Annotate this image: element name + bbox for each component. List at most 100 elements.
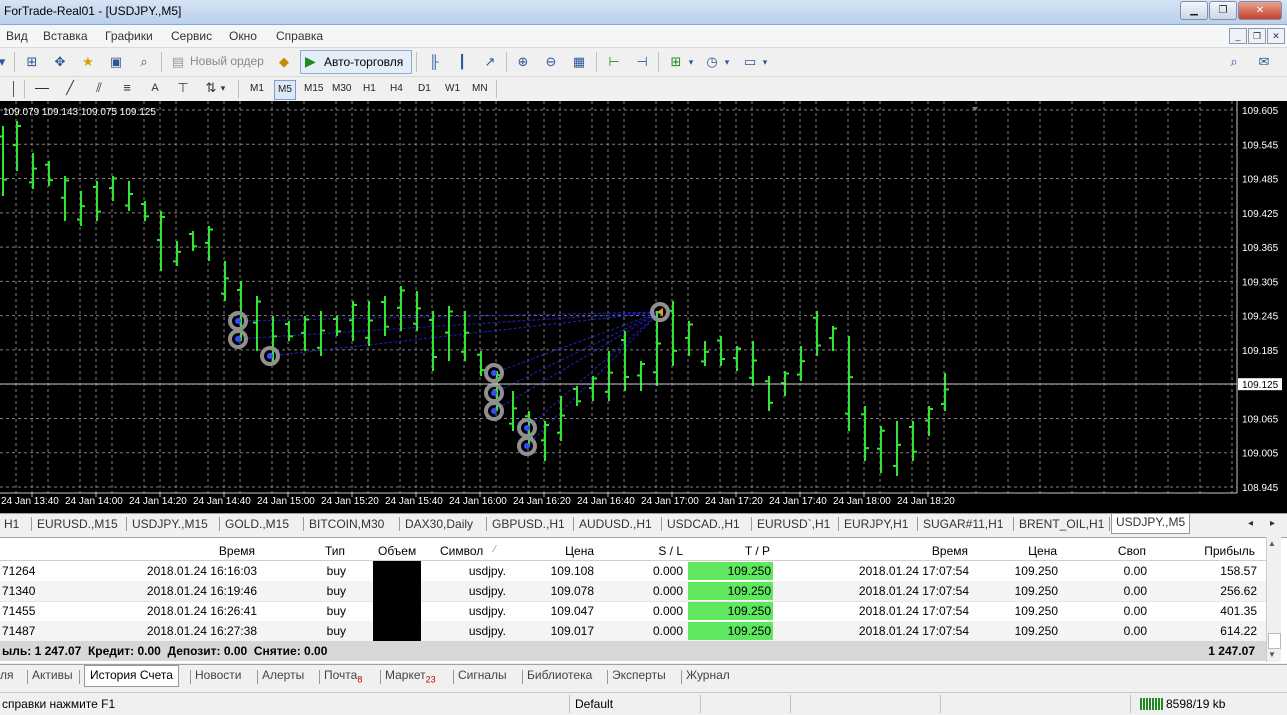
timeframe-m30[interactable]: M30 [329,80,354,98]
chart-tab[interactable]: H1 [0,516,23,532]
menu-insert[interactable]: Вставка [43,29,88,43]
timeframe-mn[interactable]: MN [469,80,491,98]
header-price[interactable]: Цена [540,544,594,558]
market-watch-icon[interactable]: ⊞ [22,52,42,72]
indicators-icon[interactable]: ⊞ [666,52,686,72]
minimize-button[interactable]: ▁ [1180,1,1208,20]
history-row[interactable]: 109.250 71264 2018.01.24 16:16:03 buy usdjpy… [0,561,1270,582]
zoom-out-icon[interactable]: ⊖ [541,52,561,72]
timeframe-m5[interactable]: M5 [274,80,296,100]
scroll-thumb[interactable] [1268,633,1281,649]
timeframe-m15[interactable]: M15 [301,80,326,98]
periods-clock-icon[interactable]: ◷ [702,52,722,72]
menu-charts[interactable]: Графики [105,29,153,43]
templates-icon[interactable]: ▭ [740,52,760,72]
search-icon[interactable]: ⌕ [1224,52,1244,72]
chart-tab[interactable]: BRENT_OIL,H1 [1015,516,1108,532]
fibonacci-tool-icon[interactable]: ≡ [117,78,137,98]
terminal-tab[interactable]: Маркет23 [385,668,436,684]
trendline-tool-icon[interactable]: ╱ [60,78,80,98]
line-chart-icon[interactable]: ↗ [480,52,500,72]
chart-tab[interactable]: EURUSD.,M15 [33,516,122,532]
header-volume[interactable]: Объем [378,544,416,558]
header-profit[interactable]: Прибыль [1180,544,1255,558]
terminal-tab[interactable]: Журнал [686,668,730,682]
favorites-star-icon[interactable]: ★ [78,52,98,72]
tile-windows-icon[interactable]: ▦ [569,52,589,72]
price-chart[interactable]: 109.605 109.545 109.485 109.425 109.365 109.3… [0,101,1287,513]
header-type[interactable]: Тип [300,544,345,558]
status-profile[interactable]: Default [575,697,613,711]
menu-tools[interactable]: Сервис [171,29,212,43]
history-row[interactable]: 109.250 71487 2018.01.24 16:27:38 buy usdjpy… [0,621,1270,642]
header-symbol[interactable]: Символ [440,544,483,558]
dropdown-arrow-icon[interactable]: ▾ [760,52,770,72]
chart-tab[interactable]: AUDUSD.,H1 [575,516,656,532]
chart-tab[interactable]: DAX30,Daily [401,516,477,532]
terminal-tab[interactable]: История Счета [84,665,179,687]
vertical-line-tool-icon[interactable] [13,81,14,97]
terminal-tab[interactable]: ля [0,668,14,682]
horizontal-line-tool-icon[interactable] [35,88,49,89]
text-label-tool-icon[interactable]: ⊤ [173,78,193,98]
timeframe-h4[interactable]: H4 [387,80,406,98]
header-close-time[interactable]: Время [900,544,968,558]
timeframe-d1[interactable]: D1 [415,80,434,98]
terminal-tab[interactable]: Библиотека [527,668,592,682]
chart-shift-icon[interactable]: ⊣ [632,52,652,72]
chart-tab[interactable]: BITCOIN,M30 [305,516,388,532]
header-close-price[interactable]: Цена [1000,544,1057,558]
menu-window[interactable]: Окно [229,29,257,43]
terminal-tab[interactable]: Активы [32,668,73,682]
text-tool-icon[interactable]: A [145,78,165,98]
auto-trading-button[interactable]: ▶ Авто-торговля [300,50,412,74]
scroll-right-icon[interactable]: ▸ [1266,516,1279,532]
header-sl[interactable]: S / L [630,544,683,558]
chat-icon[interactable]: ✉ [1254,52,1274,72]
dropdown-arrow-icon[interactable]: ▾ [722,52,732,72]
data-window-icon[interactable]: ▣ [106,52,126,72]
crosshair-navigator-icon[interactable]: ✥ [50,52,70,72]
menu-help[interactable]: Справка [276,29,323,43]
history-row[interactable]: 109.250 71455 2018.01.24 16:26:41 buy usdjpy… [0,601,1270,622]
terminal-tab[interactable]: Эксперты [612,668,666,682]
chart-tab[interactable]: GBPUSD.,H1 [488,516,569,532]
menu-view[interactable]: Вид [6,29,28,43]
terminal-tab[interactable]: Почта8 [324,668,362,684]
auto-scroll-icon[interactable]: ⊢ [604,52,624,72]
scroll-left-icon[interactable]: ◂ [1244,516,1257,532]
history-scrollbar[interactable]: ▲ ▼ [1266,537,1281,662]
candlestick-icon[interactable]: ┃ [452,52,472,72]
timeframe-m1[interactable]: M1 [247,80,267,98]
chart-tab[interactable]: USDJPY.,M15 [128,516,212,532]
maximize-button[interactable]: ❐ [1209,1,1237,20]
timeframe-w1[interactable]: W1 [442,80,463,98]
history-row[interactable]: 109.250 71340 2018.01.24 16:19:46 buy usdjpy… [0,581,1270,602]
dropdown-arrow-icon[interactable]: ▾ [218,78,228,98]
mdi-minimize-button[interactable]: _ [1229,28,1247,44]
bar-chart-icon[interactable]: ╟ [424,52,444,72]
new-order-button[interactable]: Новый ордер [190,54,264,68]
close-button[interactable]: ✕ [1238,1,1282,20]
chart-tab[interactable]: USDJPY.,M5 [1111,514,1191,534]
scroll-down-icon[interactable]: ▼ [1268,650,1276,659]
header-tp[interactable]: T / P [710,544,770,558]
scroll-up-icon[interactable]: ▲ [1268,539,1276,548]
chart-tab[interactable]: USDCAD.,H1 [663,516,744,532]
terminal-tab[interactable]: Алерты [262,668,304,682]
metaeditor-icon[interactable]: ◆ [274,52,294,72]
zoom-in-icon[interactable]: ⊕ [513,52,533,72]
chart-tab[interactable]: EURUSD`,H1 [753,516,834,532]
dropdown-arrow-icon[interactable]: ▾ [686,52,696,72]
channel-tool-icon[interactable]: ⫽ [89,78,109,98]
chart-tab[interactable]: SUGAR#11,H1 [919,516,1007,532]
new-order-icon[interactable]: ▤ [168,52,188,72]
chart-tab[interactable]: EURJPY,H1 [840,516,912,532]
mdi-restore-button[interactable]: ❐ [1248,28,1266,44]
dropdown-arrow-icon[interactable]: ▾ [0,52,8,72]
header-open-time[interactable]: Время [160,544,255,558]
chart-tab[interactable]: GOLD.,M15 [221,516,293,532]
header-swap[interactable]: Своп [1100,544,1146,558]
strategy-tester-icon[interactable]: ⌕ [134,52,154,72]
timeframe-h1[interactable]: H1 [360,80,379,98]
